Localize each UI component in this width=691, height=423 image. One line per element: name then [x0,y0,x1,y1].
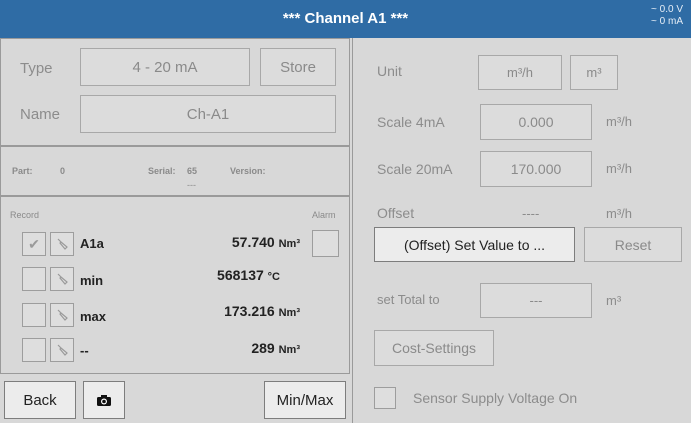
unit-flow-field[interactable]: m³/h [478,55,562,90]
voltage-readout: ~ 0.0 V [651,4,683,15]
record-value-min: 568137 °C [130,267,280,283]
camera-button[interactable] [83,381,125,419]
wrench-button-min[interactable] [50,267,74,291]
part-label: Part: [12,166,33,176]
back-button[interactable]: Back [4,381,76,419]
alarm-checkbox[interactable] [312,230,339,257]
scale-20ma-unit: m³/h [606,161,632,176]
alarm-label: Alarm [312,210,336,220]
serial-label: Serial: [148,166,176,176]
unit-total-field[interactable]: m³ [570,55,618,90]
wrench-icon [57,309,68,321]
type-label: Type [20,60,53,77]
wrench-icon [57,273,68,285]
scale-4ma-label: Scale 4mA [377,114,445,130]
cost-settings-button[interactable]: Cost-Settings [374,330,494,366]
camera-icon [97,394,111,406]
wrench-button-dash[interactable] [50,338,74,362]
type-field[interactable]: 4 - 20 mA [80,48,250,86]
record-name-max: max [80,309,107,324]
unit-label: Unit [377,63,402,79]
check-icon: ✔ [28,235,40,252]
record-number-dash: 289 [251,340,275,356]
supply-status: ~ 0.0 V ~ 0 mA [651,4,683,28]
reset-button[interactable]: Reset [584,227,682,262]
record-name-a1a: A1a [80,236,104,251]
record-value-dash: 289 Nm³ [150,340,300,356]
min-max-button[interactable]: Min/Max [264,381,346,419]
record-value-a1a: 57.740 Nm³ [150,234,300,250]
set-total-label: set Total to [377,292,440,307]
part-value: 0 [60,166,66,176]
record-unit-a1a: Nm³ [278,238,300,250]
record-number-max: 173.216 [224,303,275,319]
serial-value: 65 [187,166,198,176]
record-name-min: min [80,273,104,288]
store-button[interactable]: Store [260,48,336,86]
offset-value: ---- [522,206,540,221]
record-number-a1a: 57.740 [231,234,275,250]
record-checkbox-dash[interactable] [22,338,46,362]
title-bar: *** Channel A1 *** ~ 0.0 V ~ 0 mA [0,0,691,38]
record-checkbox-min[interactable] [22,267,46,291]
name-field[interactable]: Ch-A1 [80,95,336,133]
wrench-icon [57,344,68,356]
record-name-dash: -- [80,343,89,358]
set-total-unit: m³ [606,293,622,308]
record-number-min: 568137 [217,267,264,283]
scale-20ma-field[interactable]: 170.000 [480,151,592,187]
page-title: *** Channel A1 *** [282,10,409,27]
set-total-field[interactable]: --- [480,283,592,318]
offset-unit: m³/h [606,206,632,221]
sensor-supply-label: Sensor Supply Voltage On [413,390,578,406]
version-label: Version: [230,166,266,176]
record-unit-dash: Nm³ [278,344,300,356]
current-readout: ~ 0 mA [651,16,683,27]
wrench-icon [57,238,68,250]
wrench-button-max[interactable] [50,303,74,327]
scale-20ma-label: Scale 20mA [377,161,453,177]
serial-sub: --- [187,180,196,190]
record-label: Record [10,210,40,220]
scale-4ma-unit: m³/h [606,114,632,129]
record-value-max: 173.216 Nm³ [150,303,300,319]
scale-4ma-field[interactable]: 0.000 [480,104,592,140]
name-label: Name [20,106,61,123]
record-checkbox-a1a[interactable]: ✔ [22,232,46,256]
sensor-supply-checkbox[interactable] [374,387,396,409]
record-unit-max: Nm³ [278,307,300,319]
offset-set-value-button[interactable]: (Offset) Set Value to ... [374,227,575,262]
wrench-button-a1a[interactable] [50,232,74,256]
offset-label: Offset [377,205,415,221]
record-checkbox-max[interactable] [22,303,46,327]
record-unit-min: °C [267,271,280,283]
